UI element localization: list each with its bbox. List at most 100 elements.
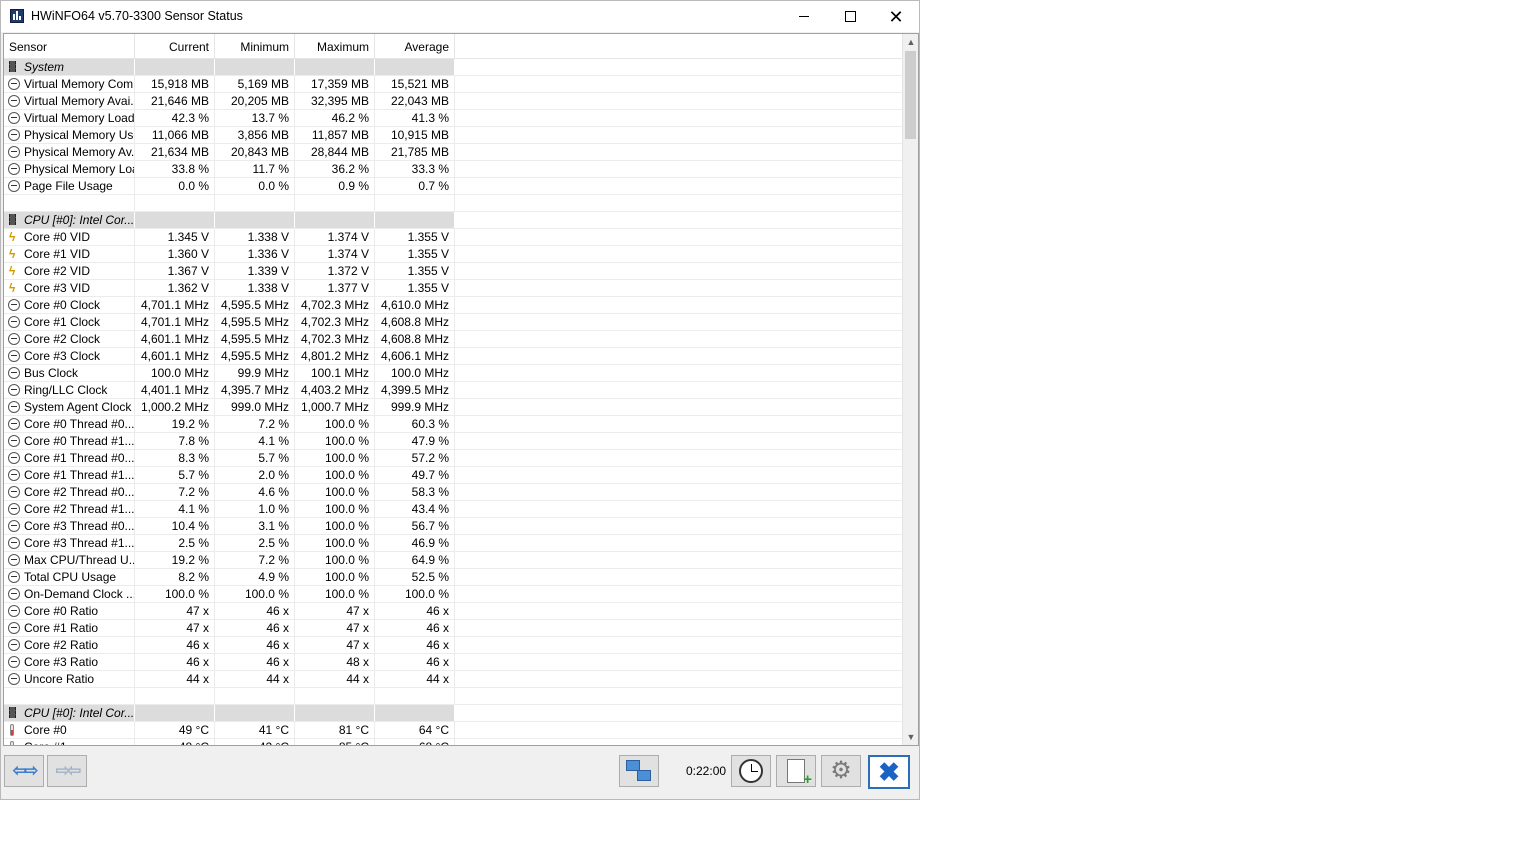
navigate-sensors-disabled-button[interactable]: ⇨⇦ — [47, 755, 87, 787]
sensor-row[interactable]: Core #1 Clock 4,701.1 MHz 4,595.5 MHz 4,702… — [4, 314, 902, 331]
row-filler — [455, 76, 902, 92]
sensor-group-row[interactable]: CPU [#0]: Intel Cor... — [4, 212, 902, 229]
elapsed-time: 0:22:00 — [686, 764, 727, 778]
minimum-value: 0.0 % — [215, 178, 295, 194]
sensor-row[interactable]: Physical Memory Load 33.8 % 11.7 % 36.2 % 33… — [4, 161, 902, 178]
sensor-name-cell: Uncore Ratio — [4, 671, 135, 687]
sensor-row[interactable]: System Agent Clock 1,000.2 MHz 999.0 MHz 1,… — [4, 399, 902, 416]
column-header-maximum[interactable]: Maximum — [295, 34, 375, 58]
column-header-sensor[interactable]: Sensor — [4, 34, 135, 58]
sensor-row[interactable]: Physical Memory Av... 21,634 MB 20,843 MB 2… — [4, 144, 902, 161]
sensor-group-row[interactable]: System — [4, 59, 902, 76]
average-value: 46 x — [375, 637, 455, 653]
sensor-row[interactable]: ϟ Core #1 VID 1.360 V 1.336 V 1.374 V 1.355 V — [4, 246, 902, 263]
settings-button[interactable]: ⚙ — [821, 755, 861, 787]
maximize-button[interactable] — [827, 1, 873, 32]
maximum-value: 100.0 % — [295, 416, 375, 432]
sensor-row[interactable]: ϟ Core #2 VID 1.367 V 1.339 V 1.372 V 1.355 V — [4, 263, 902, 280]
network-icon — [626, 760, 652, 782]
column-header-minimum[interactable]: Minimum — [215, 34, 295, 58]
average-value: 46 x — [375, 620, 455, 636]
title-bar[interactable]: HWiNFO64 v5.70-3300 Sensor Status ✕ — [1, 1, 919, 32]
sensor-name: Page File Usage — [24, 179, 113, 193]
sensor-name-cell: Physical Memory Used — [4, 127, 135, 143]
row-filler — [455, 467, 902, 483]
sensor-row[interactable]: Core #3 Ratio 46 x 46 x 48 x 46 x — [4, 654, 902, 671]
column-header-current[interactable]: Current — [135, 34, 215, 58]
sensor-row[interactable]: Virtual Memory Avai... 21,646 MB 20,205 MB… — [4, 93, 902, 110]
column-header-average[interactable]: Average — [375, 34, 455, 58]
average-value: 999.9 MHz — [375, 399, 455, 415]
average-value: 44 x — [375, 671, 455, 687]
row-filler — [455, 365, 902, 381]
sensor-row[interactable]: Core #0 49 °C 41 °C 81 °C 64 °C — [4, 722, 902, 739]
sensor-panel: Sensor Current Minimum Maximum Average S… — [3, 33, 919, 746]
average-value: 57.2 % — [375, 450, 455, 466]
gauge-icon — [8, 588, 20, 600]
chip-icon — [9, 214, 16, 225]
average-value: 1.355 V — [375, 229, 455, 245]
sensor-row[interactable]: Page File Usage 0.0 % 0.0 % 0.9 % 0.7 % — [4, 178, 902, 195]
sensor-row[interactable]: Core #1 Thread #1... 5.7 % 2.0 % 100.0 % 49.… — [4, 467, 902, 484]
sensor-row[interactable]: Core #0 Clock 4,701.1 MHz 4,595.5 MHz 4,702… — [4, 297, 902, 314]
sensor-row[interactable]: Core #1 Thread #0... 8.3 % 5.7 % 100.0 % 57.… — [4, 450, 902, 467]
network-button[interactable] — [619, 755, 659, 787]
chip-icon — [9, 707, 16, 718]
navigate-sensors-button[interactable]: ⇦⇨ — [4, 755, 44, 787]
current-value: 47 x — [135, 603, 215, 619]
sensor-row[interactable]: Core #1 Ratio 47 x 46 x 47 x 46 x — [4, 620, 902, 637]
sensor-name: Core #2 VID — [24, 264, 91, 278]
scrollbar-thumb[interactable] — [905, 51, 916, 139]
gauge-icon — [8, 554, 20, 566]
current-value: 100.0 MHz — [135, 365, 215, 381]
row-filler — [455, 739, 902, 745]
maximum-value: 1.372 V — [295, 263, 375, 279]
sensor-row[interactable]: Physical Memory Used 11,066 MB 3,856 MB 11,… — [4, 127, 902, 144]
sensor-row[interactable]: Virtual Memory Com... 15,918 MB 5,169 MB 17… — [4, 76, 902, 93]
sensor-row[interactable]: Virtual Memory Load 42.3 % 13.7 % 46.2 % 41.… — [4, 110, 902, 127]
sensor-row[interactable]: ϟ Core #3 VID 1.362 V 1.338 V 1.377 V 1.355 V — [4, 280, 902, 297]
average-value — [375, 59, 455, 75]
vertical-scrollbar[interactable]: ▲ ▼ — [902, 34, 918, 745]
average-value: 100.0 MHz — [375, 365, 455, 381]
sensor-row[interactable]: Core #0 Thread #0... 19.2 % 7.2 % 100.0 % 60… — [4, 416, 902, 433]
maximum-value: 47 x — [295, 620, 375, 636]
close-window-button[interactable]: ✕ — [873, 1, 919, 32]
sensor-row[interactable]: Ring/LLC Clock 4,401.1 MHz 4,395.7 MHz 4,40… — [4, 382, 902, 399]
scroll-down-icon[interactable]: ▼ — [903, 729, 918, 745]
scroll-up-icon[interactable]: ▲ — [903, 34, 918, 50]
sensor-row[interactable]: Core #3 Thread #0... 10.4 % 3.1 % 100.0 % 56… — [4, 518, 902, 535]
sensor-row[interactable]: Core #0 Thread #1... 7.8 % 4.1 % 100.0 % 47.… — [4, 433, 902, 450]
average-value: 43.4 % — [375, 501, 455, 517]
sensor-row[interactable]: Max CPU/Thread U... 19.2 % 7.2 % 100.0 % 64.… — [4, 552, 902, 569]
sensor-row[interactable]: Core #2 Clock 4,601.1 MHz 4,595.5 MHz 4,702… — [4, 331, 902, 348]
minimum-value: 999.0 MHz — [215, 399, 295, 415]
sensor-row[interactable]: Core #3 Thread #1... 2.5 % 2.5 % 100.0 % 46.… — [4, 535, 902, 552]
window-title: HWiNFO64 v5.70-3300 Sensor Status — [31, 9, 243, 23]
sensor-name: Core #1 — [24, 740, 67, 746]
current-value: 4,401.1 MHz — [135, 382, 215, 398]
sensor-row[interactable]: Core #3 Clock 4,601.1 MHz 4,595.5 MHz 4,801… — [4, 348, 902, 365]
sensor-row[interactable]: Uncore Ratio 44 x 44 x 44 x 44 x — [4, 671, 902, 688]
sensor-row[interactable]: Core #2 Thread #1... 4.1 % 1.0 % 100.0 % 43.… — [4, 501, 902, 518]
minimum-value: 4.1 % — [215, 433, 295, 449]
sensor-group-row[interactable]: CPU [#0]: Intel Cor... — [4, 705, 902, 722]
reset-clock-button[interactable] — [731, 755, 771, 787]
sensor-row[interactable]: Bus Clock 100.0 MHz 99.9 MHz 100.1 MHz 100.0… — [4, 365, 902, 382]
average-value: 4,608.8 MHz — [375, 331, 455, 347]
sensor-row[interactable]: Core #0 Ratio 47 x 46 x 47 x 46 x — [4, 603, 902, 620]
close-sensors-button[interactable]: ✖ — [868, 755, 910, 789]
average-value: 4,608.8 MHz — [375, 314, 455, 330]
sensor-row[interactable]: Core #2 Thread #0... 7.2 % 4.6 % 100.0 % 58.… — [4, 484, 902, 501]
sensor-row[interactable]: Core #1 48 °C42 °C85 °C68 °C — [4, 739, 902, 745]
sensor-row[interactable]: ϟ Core #0 VID 1.345 V 1.338 V 1.374 V 1.355 V — [4, 229, 902, 246]
blank-cell — [455, 688, 902, 704]
minimize-button[interactable] — [781, 1, 827, 32]
sensor-row[interactable]: Total CPU Usage 8.2 % 4.9 % 100.0 % 52.5 % — [4, 569, 902, 586]
logging-button[interactable] — [776, 755, 816, 788]
sensor-name: CPU [#0]: Intel Cor... — [24, 706, 135, 720]
sensor-name-cell: Core #3 Thread #0... — [4, 518, 135, 534]
current-value: 8.2 % — [135, 569, 215, 585]
sensor-row[interactable]: Core #2 Ratio 46 x 46 x 47 x 46 x — [4, 637, 902, 654]
sensor-row[interactable]: On-Demand Clock ... 100.0 % 100.0 % 100.0 %… — [4, 586, 902, 603]
